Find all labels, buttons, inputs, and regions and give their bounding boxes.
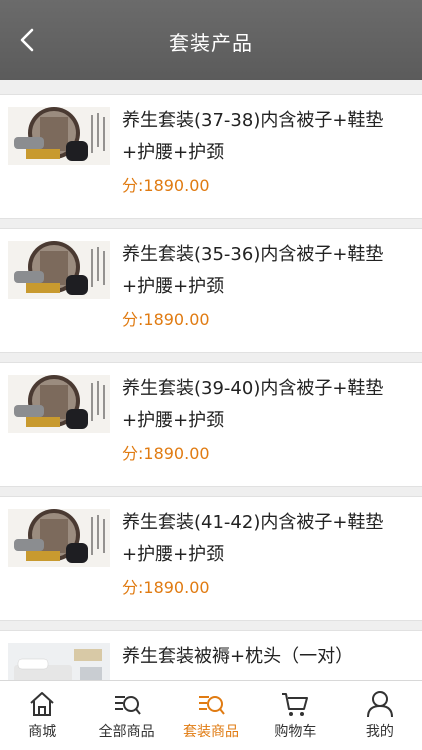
- product-item[interactable]: 养生套装被褥+枕头（一对）: [0, 630, 422, 680]
- product-item[interactable]: 养生套装(39-40)内含被子+鞋垫+护腰+护颈 分:1890.00: [0, 362, 422, 487]
- page-title: 套装产品: [169, 31, 253, 55]
- product-thumbnail: [8, 107, 110, 165]
- product-name[interactable]: 养生套装(41-42)内含被子+鞋垫+护腰+护颈: [122, 507, 406, 571]
- header-bar: 套装产品: [0, 0, 422, 80]
- tab-bundle-products[interactable]: 套装商品: [169, 681, 253, 750]
- product-price: 分:1890.00: [122, 444, 210, 463]
- product-thumbnail: [8, 241, 110, 299]
- tab-label: 套装商品: [183, 724, 240, 740]
- tab-label: 购物车: [274, 724, 317, 740]
- user-icon: [366, 691, 393, 718]
- product-item[interactable]: 养生套装(37-38)内含被子+鞋垫+护腰+护颈 分:1890.00: [0, 94, 422, 219]
- bottom-tab-bar: 商城 全部商品 套装商品 购物车 我的: [0, 680, 422, 750]
- product-item[interactable]: 养生套装(35-36)内含被子+鞋垫+护腰+护颈 分:1890.00: [0, 228, 422, 353]
- tab-cart[interactable]: 购物车: [253, 681, 337, 750]
- search-list-icon: [199, 696, 225, 715]
- product-price: 分:1890.00: [122, 310, 210, 329]
- product-price: 分:1890.00: [122, 578, 210, 597]
- product-name[interactable]: 养生套装被褥+枕头（一对）: [122, 641, 406, 673]
- tab-home[interactable]: 商城: [0, 681, 84, 750]
- tab-all-products[interactable]: 全部商品: [84, 681, 168, 750]
- home-icon: [30, 692, 54, 716]
- search-list-icon: [114, 696, 141, 715]
- product-name[interactable]: 养生套装(39-40)内含被子+鞋垫+护腰+护颈: [122, 373, 406, 437]
- product-name[interactable]: 养生套装(35-36)内含被子+鞋垫+护腰+护颈: [122, 239, 406, 303]
- tab-profile[interactable]: 我的: [338, 681, 422, 750]
- product-list: 养生套装(37-38)内含被子+鞋垫+护腰+护颈 分:1890.00 养生套装(…: [0, 80, 422, 680]
- product-thumbnail: [8, 375, 110, 433]
- tab-label: 全部商品: [98, 724, 155, 740]
- tab-label: 我的: [365, 724, 394, 740]
- product-item[interactable]: 养生套装(41-42)内含被子+鞋垫+护腰+护颈 分:1890.00: [0, 496, 422, 621]
- product-price: 分:1890.00: [122, 176, 210, 195]
- tab-label: 商城: [28, 724, 57, 740]
- product-thumbnail: [8, 643, 110, 680]
- product-thumbnail: [8, 509, 110, 567]
- product-name[interactable]: 养生套装(37-38)内含被子+鞋垫+护腰+护颈: [122, 105, 406, 169]
- cart-icon: [282, 693, 309, 716]
